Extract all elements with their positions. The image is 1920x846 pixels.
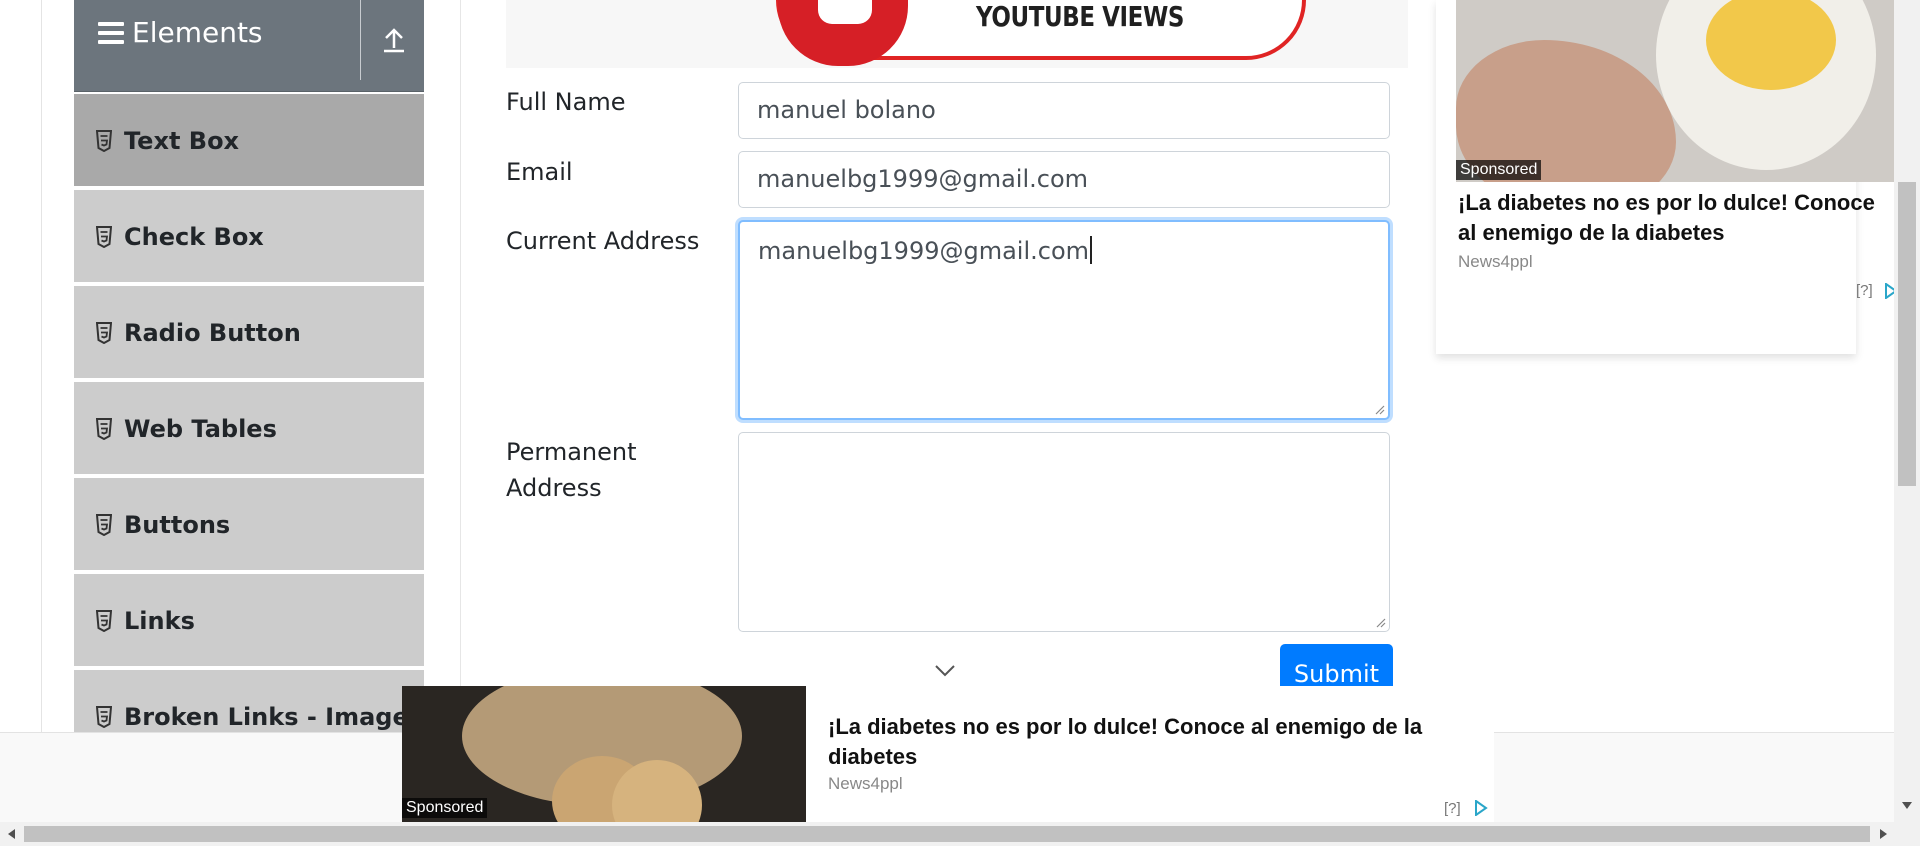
- sponsored-ad-right[interactable]: Sponsored ¡La diabetes no es por lo dulc…: [1436, 0, 1916, 354]
- scroll-down-arrow-icon[interactable]: [1902, 802, 1912, 809]
- sidebar-item-label: Buttons: [124, 511, 231, 539]
- banner-text: YOUTUBE VIEWS: [976, 0, 1184, 33]
- upload-icon[interactable]: [374, 20, 414, 60]
- html5-icon: [96, 130, 112, 152]
- ad-help-link[interactable]: [?]: [1856, 282, 1873, 299]
- adchoices-icon[interactable]: [1474, 800, 1488, 816]
- sidebar-item-label: Links: [124, 607, 195, 635]
- html5-icon: [96, 706, 112, 728]
- sidebar-item-label: Broken Links - Images: [124, 703, 424, 731]
- sponsored-tag: Sponsored: [1456, 160, 1542, 180]
- chevron-down-icon[interactable]: [934, 664, 956, 678]
- ad-headline[interactable]: ¡La diabetes no es por lo dulce! Conoce …: [828, 712, 1488, 772]
- menu-icon: [98, 22, 124, 44]
- html5-icon: [96, 226, 112, 248]
- sidebar-item-label: Web Tables: [124, 415, 277, 443]
- html5-icon: [96, 322, 112, 344]
- permanent-address-textarea[interactable]: [738, 432, 1390, 632]
- sidebar-item-label: Radio Button: [124, 319, 301, 347]
- current-address-label: Current Address: [506, 227, 700, 255]
- sidebar-item-links[interactable]: Links: [74, 572, 424, 668]
- vertical-scroll-thumb[interactable]: [1898, 182, 1916, 486]
- html5-icon: [96, 418, 112, 440]
- youtube-logo-inner: [818, 0, 872, 24]
- current-address-value: manuelbg1999@gmail.com: [758, 237, 1090, 265]
- vertical-scrollbar[interactable]: [1894, 0, 1920, 822]
- header-divider: [360, 0, 361, 80]
- scroll-right-arrow-icon[interactable]: [1880, 829, 1887, 839]
- ad-source: News4ppl: [1458, 252, 1533, 271]
- column-divider: [460, 0, 461, 690]
- sidebar-item-label: Check Box: [124, 223, 264, 251]
- email-label: Email: [506, 158, 573, 186]
- resize-grip-icon[interactable]: [1373, 403, 1385, 415]
- resize-grip-icon[interactable]: [1374, 616, 1386, 628]
- sidebar: Elements Text Box Check Box Radio Button…: [74, 0, 424, 764]
- ad-help-link[interactable]: [?]: [1444, 800, 1461, 817]
- email-input[interactable]: manuelbg1999@gmail.com: [738, 151, 1390, 208]
- full-name-input[interactable]: manuel bolano: [738, 82, 1390, 139]
- sidebar-item-check-box[interactable]: Check Box: [74, 188, 424, 284]
- full-name-label: Full Name: [506, 88, 626, 116]
- current-address-textarea[interactable]: manuelbg1999@gmail.com: [738, 220, 1390, 420]
- ad-headline[interactable]: ¡La diabetes no es por lo dulce! Conoce …: [1458, 188, 1878, 248]
- sponsored-ad-bottom[interactable]: Sponsored ¡La diabetes no es por lo dulc…: [402, 686, 1494, 822]
- horizontal-scroll-thumb[interactable]: [24, 826, 1870, 842]
- elements-group-header[interactable]: Elements: [74, 0, 424, 92]
- sponsored-tag: Sponsored: [402, 798, 488, 818]
- horizontal-scrollbar[interactable]: [0, 822, 1920, 846]
- promo-banner[interactable]: YOUTUBE VIEWS: [506, 0, 1408, 68]
- html5-icon: [96, 514, 112, 536]
- permanent-address-label-line1: Permanent: [506, 438, 637, 466]
- group-title: Elements: [132, 16, 263, 49]
- sidebar-item-label: Text Box: [124, 127, 240, 155]
- permanent-address-label-line2: Address: [506, 474, 602, 502]
- sidebar-item-buttons[interactable]: Buttons: [74, 476, 424, 572]
- html5-icon: [96, 610, 112, 632]
- ad-image: [1456, 0, 1916, 182]
- text-caret: [1090, 236, 1093, 264]
- scroll-left-arrow-icon[interactable]: [8, 829, 15, 839]
- sidebar-item-text-box[interactable]: Text Box: [74, 92, 424, 188]
- sidebar-item-radio-button[interactable]: Radio Button: [74, 284, 424, 380]
- page-left-border: [41, 0, 42, 732]
- sidebar-item-web-tables[interactable]: Web Tables: [74, 380, 424, 476]
- ad-source: News4ppl: [828, 774, 903, 793]
